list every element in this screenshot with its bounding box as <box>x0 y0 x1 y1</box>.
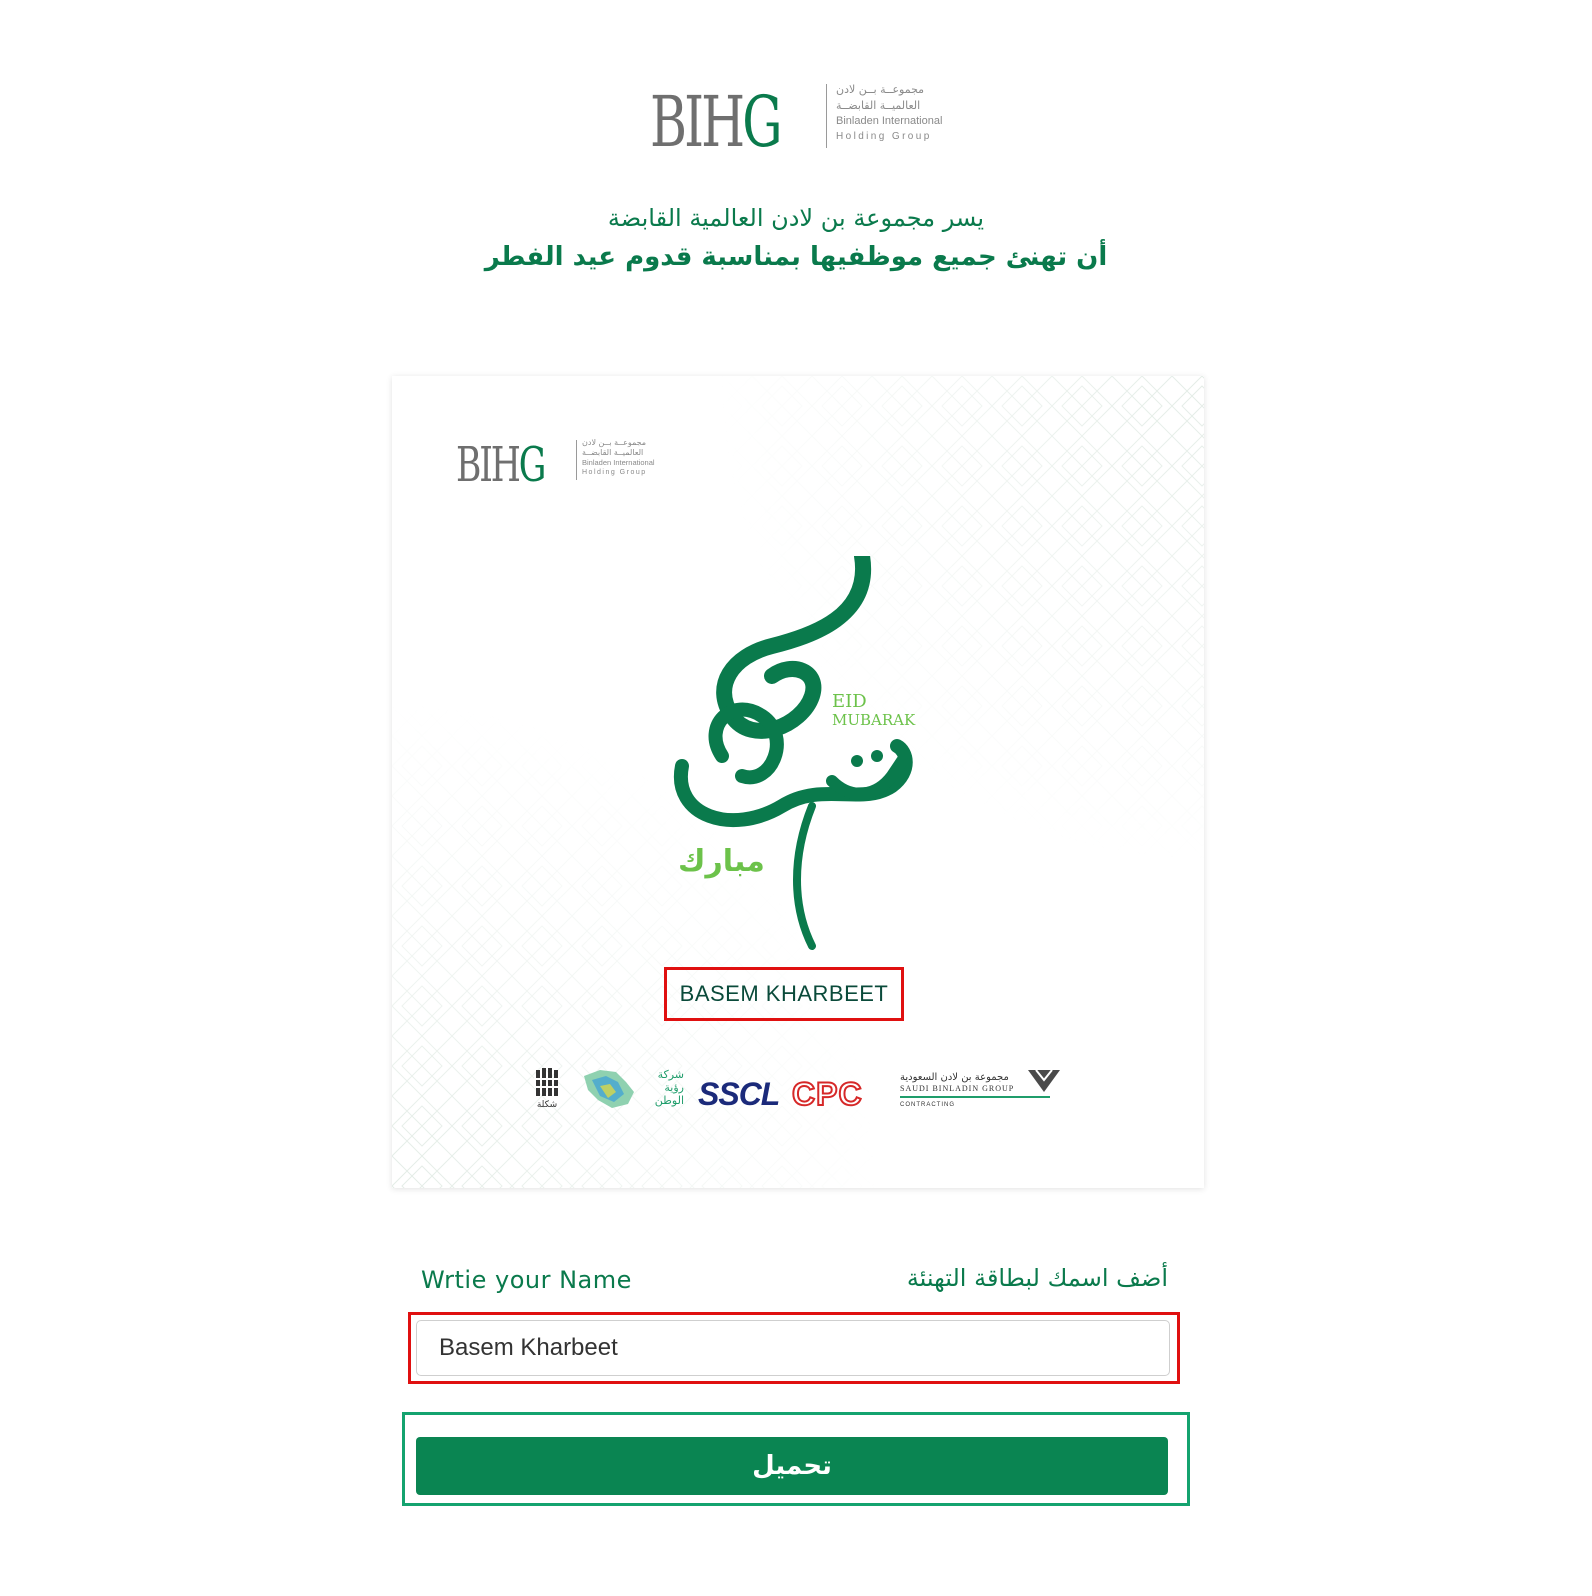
card-logo-divider <box>576 440 577 480</box>
logo-en-line2: Holding Group <box>836 131 932 142</box>
card-logo-en-line1: Binladen International <box>582 458 655 467</box>
greeting-card: BIHG مجموعــة بــن لادن العالميــة القاب… <box>392 376 1204 1188</box>
saudi-map-icon <box>584 1070 634 1108</box>
greeting-line1: يسر مجموعة بن لادن العالمية القابضة <box>607 204 985 232</box>
name-label-ar: أضف اسمك لبطاقة التهنئة <box>906 1264 1168 1292</box>
partner-vision-label: شركة رؤية الوطن <box>654 1068 684 1107</box>
card-bihg-logo: BIHG مجموعــة بــن لادن العالميــة القاب… <box>456 436 656 496</box>
partner-sbg-rule <box>900 1096 1050 1098</box>
partner-logo-cpc: CPC <box>791 1075 863 1113</box>
card-logo-text: مجموعــة بــن لادن العالميــة القابضــة … <box>582 438 662 478</box>
partner-sbg-en: SAUDI BINLADIN GROUP <box>900 1084 1015 1093</box>
logo-divider <box>826 84 827 148</box>
logo-ar-line2: العالميــة القابضــة <box>836 99 921 112</box>
eid-calligraphy-icon <box>673 556 913 950</box>
card-logo-en-line2: Holding Group <box>582 469 647 476</box>
partner-logo-sscl: SSCL <box>698 1076 780 1112</box>
name-label-en: Wrtie your Name <box>421 1266 632 1294</box>
download-button-highlight: تحميل <box>402 1412 1190 1506</box>
card-logo-ar-line1: مجموعــة بــن لادن <box>582 438 647 447</box>
partner-logo-sbg: مجموعة بن لادن السعودية SAUDI BINLADIN G… <box>900 1066 1070 1116</box>
greeting-line2: أن تهنئ جميع موظفيها بمناسبة قدوم عيد ال… <box>484 242 1108 272</box>
partner-logos: شكلة شركة رؤية الوطن SSCL CPC مجموعة بن … <box>530 1066 1070 1122</box>
download-button[interactable]: تحميل <box>416 1437 1168 1495</box>
mubarak-label-en: MUBARAK <box>832 711 916 729</box>
card-logo-ar-line2: العالميــة القابضــة <box>582 448 644 457</box>
logo-ar-line1: مجموعــة بــن لادن <box>836 83 925 96</box>
building-icon <box>534 1068 560 1096</box>
mubarak-label-ar: مبارك <box>678 844 765 879</box>
eid-label-en: EID <box>832 691 867 712</box>
partner-sbg-ar: مجموعة بن لادن السعودية <box>900 1072 1009 1083</box>
partner-logo-vision: شركة رؤية الوطن <box>580 1066 684 1116</box>
name-input[interactable] <box>416 1320 1170 1376</box>
partner-sbg-sub: CONTRACTING <box>900 1102 955 1108</box>
logo-text: مجموعــة بــن لادن العالميــة القابضــة … <box>836 82 954 144</box>
logo-wordmark: BIHG <box>650 81 783 163</box>
partner-logo-sp: شكلة <box>530 1066 564 1116</box>
partner-sp-label: شكلة <box>536 1100 558 1110</box>
card-logo-wordmark: BIHG <box>456 437 546 493</box>
recipient-name: BASEM KHARBEET <box>664 967 904 1021</box>
logo-en-line1: Binladen International <box>836 115 943 127</box>
name-input-highlight <box>408 1312 1180 1384</box>
bihg-logo: BIHG مجموعــة بــن لادن العالميــة القاب… <box>650 78 950 170</box>
sbg-emblem-icon <box>1028 1069 1060 1092</box>
